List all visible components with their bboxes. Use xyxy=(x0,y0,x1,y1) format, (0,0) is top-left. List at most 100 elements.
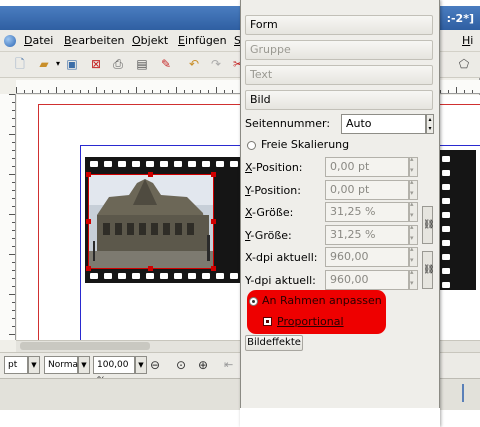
y-dpi-label: Y-dpi aktuell: xyxy=(245,274,316,287)
vertical-ruler[interactable] xyxy=(0,94,16,340)
save-icon[interactable]: ▣ xyxy=(64,56,80,72)
resize-handle[interactable] xyxy=(211,172,216,177)
ruler-tick xyxy=(12,206,15,207)
ruler-tick xyxy=(56,87,57,93)
x-position-field[interactable]: 0,00 pt xyxy=(325,157,409,177)
chevron-down-icon[interactable]: ▼ xyxy=(135,356,147,374)
menu-bearbeiten[interactable]: Bearbeiten xyxy=(64,34,124,47)
horizontal-scrollbar-thumb[interactable] xyxy=(20,342,150,350)
ruler-tick xyxy=(12,310,15,311)
pdf-export-icon[interactable]: ✎ xyxy=(158,56,174,72)
unit-select[interactable]: pt xyxy=(4,356,28,374)
film-perforation xyxy=(104,273,112,279)
film-perforation xyxy=(90,273,98,279)
chevron-down-icon[interactable]: ▼ xyxy=(78,356,90,374)
film-perforation xyxy=(442,170,450,176)
menu-datei[interactable]: Datei xyxy=(24,34,53,47)
zoom-input[interactable]: 100,00 % xyxy=(93,356,135,386)
film-perforation xyxy=(230,273,238,279)
ruler-tick xyxy=(9,214,15,215)
resize-handle[interactable] xyxy=(86,172,91,177)
ruler-tick xyxy=(80,90,81,93)
ruler-tick xyxy=(216,87,217,93)
ruler-tick xyxy=(12,102,15,103)
chain-link-icon[interactable]: ⛓ xyxy=(422,251,434,289)
x-dpi-field[interactable]: 960,00 xyxy=(325,247,409,267)
ruler-tick xyxy=(32,90,33,93)
preflight-icon[interactable]: ▤ xyxy=(134,56,150,72)
section-image-button[interactable]: Bild xyxy=(245,90,433,110)
chain-link-icon[interactable]: ⛓ xyxy=(422,206,434,244)
ruler-tick xyxy=(9,94,15,95)
film-perforation xyxy=(442,254,450,260)
film-perforation xyxy=(160,273,168,279)
free-scaling-radio[interactable] xyxy=(247,141,256,150)
film-perforation xyxy=(442,198,450,204)
ruler-tick xyxy=(144,90,145,93)
ruler-tick xyxy=(232,90,233,93)
x-position-spinner[interactable] xyxy=(409,155,418,177)
ruler-tick xyxy=(40,90,41,93)
proportional-check-mark xyxy=(266,320,269,323)
resize-handle[interactable] xyxy=(148,266,153,271)
ruler-tick xyxy=(440,90,441,93)
section-group-button[interactable]: Gruppe xyxy=(245,40,433,60)
page-number-spinner[interactable]: ▴ ▾ xyxy=(426,114,434,134)
print-icon[interactable]: ⎙ xyxy=(110,56,126,72)
film-perforation xyxy=(90,161,98,167)
resize-handle[interactable] xyxy=(86,219,91,224)
fit-frame-radio[interactable] xyxy=(249,297,258,306)
film-perforation xyxy=(442,156,450,162)
undo-icon[interactable]: ↶ xyxy=(186,56,202,72)
menu-objekt[interactable]: Objekt xyxy=(132,34,168,47)
y-dpi-spinner[interactable] xyxy=(409,268,418,290)
resize-handle[interactable] xyxy=(211,266,216,271)
y-size-spinner[interactable] xyxy=(409,223,418,245)
chevron-down-icon[interactable]: ▼ xyxy=(28,356,40,374)
view-mode-select[interactable]: Normal xyxy=(44,356,81,374)
zoom-reset-icon[interactable]: ⊙ xyxy=(176,358,186,372)
new-document-icon[interactable]: 🗋 xyxy=(12,56,28,72)
x-size-spinner[interactable] xyxy=(409,200,418,222)
image-effects-button[interactable]: Bildeffekte xyxy=(245,335,303,351)
film-perforation xyxy=(216,161,224,167)
ruler-tick xyxy=(12,326,15,327)
film-perforation xyxy=(442,226,450,232)
ruler-tick xyxy=(12,142,15,143)
menu-einfuegen[interactable]: Einfügen xyxy=(178,34,227,47)
resize-handle[interactable] xyxy=(148,172,153,177)
previous-page-icon[interactable]: ⇤ xyxy=(224,358,233,371)
ruler-tick xyxy=(12,246,15,247)
y-size-field[interactable]: 31,25 % xyxy=(325,225,409,245)
polygon-icon[interactable]: ⬠ xyxy=(456,56,472,72)
section-text-button[interactable]: Text xyxy=(245,65,433,85)
ruler-tick xyxy=(12,318,15,319)
y-position-spinner[interactable] xyxy=(409,178,418,200)
ruler-tick xyxy=(12,230,15,231)
ruler-tick xyxy=(192,90,193,93)
menu-hilfe[interactable]: Hi xyxy=(462,34,473,47)
resize-handle[interactable] xyxy=(86,266,91,271)
selected-image-frame[interactable] xyxy=(88,174,214,269)
ruler-tick xyxy=(9,294,15,295)
page-number-select[interactable]: Auto xyxy=(341,114,426,134)
zoom-out-icon[interactable]: ⊖ xyxy=(150,358,160,372)
x-dpi-spinner[interactable] xyxy=(409,245,418,267)
y-dpi-field[interactable]: 960,00 xyxy=(325,270,409,290)
ruler-tick xyxy=(176,87,177,93)
ruler-tick xyxy=(152,90,153,93)
ruler-tick xyxy=(200,90,201,93)
close-document-icon[interactable]: ⊠ xyxy=(88,56,104,72)
redo-icon[interactable]: ↷ xyxy=(208,56,224,72)
section-form-button[interactable]: Form xyxy=(245,15,433,35)
resize-handle[interactable] xyxy=(211,219,216,224)
ruler-tick xyxy=(160,90,161,93)
zoom-in-icon[interactable]: ⊕ xyxy=(198,358,208,372)
x-size-field[interactable]: 31,25 % xyxy=(325,202,409,222)
y-position-field[interactable]: 0,00 pt xyxy=(325,180,409,200)
ruler-tick xyxy=(9,174,15,175)
ruler-tick xyxy=(12,302,15,303)
ruler-tick xyxy=(456,87,457,93)
ruler-tick xyxy=(208,90,209,93)
ruler-tick xyxy=(12,182,15,183)
